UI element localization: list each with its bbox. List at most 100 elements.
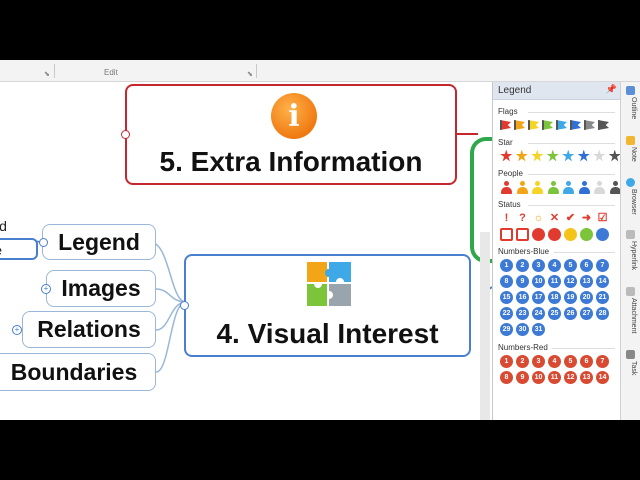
number-icon[interactable]: 12: [564, 274, 577, 288]
star-icon[interactable]: [500, 149, 513, 162]
number-icon[interactable]: 24: [532, 306, 545, 320]
status-icon[interactable]: [500, 227, 513, 241]
number-icon[interactable]: 16: [516, 290, 529, 304]
number-icon[interactable]: 6: [580, 258, 593, 272]
group-launcher-icon[interactable]: ⬊: [44, 70, 50, 78]
number-icon[interactable]: 7: [596, 258, 609, 272]
subtopic-boundaries[interactable]: Boundaries: [0, 353, 156, 391]
status-icon[interactable]: [516, 227, 529, 241]
number-icon[interactable]: 31: [532, 322, 545, 336]
side-tab-note[interactable]: Note: [625, 147, 637, 162]
vertical-scrollbar[interactable]: [480, 232, 490, 420]
person-icon[interactable]: [516, 180, 529, 194]
side-tab-outline[interactable]: Outline: [625, 97, 637, 119]
status-icon[interactable]: [564, 227, 577, 241]
person-icon[interactable]: [593, 180, 606, 194]
side-tab-task[interactable]: Task: [625, 361, 637, 375]
flag-icon[interactable]: [570, 120, 581, 130]
status-icon[interactable]: [532, 227, 545, 241]
person-icon[interactable]: [562, 180, 575, 194]
number-icon[interactable]: 9: [516, 370, 529, 384]
number-icon[interactable]: 19: [564, 290, 577, 304]
number-icon[interactable]: 2: [516, 258, 529, 272]
number-icon[interactable]: 29: [500, 322, 513, 336]
number-icon[interactable]: 30: [516, 322, 529, 336]
side-tab-browser[interactable]: Browser: [625, 189, 637, 215]
map-canvas[interactable]: i 5. Extra Information 4. Visual Interes…: [0, 82, 504, 420]
topic-visual-interest[interactable]: 4. Visual Interest: [184, 254, 471, 357]
flag-icon[interactable]: [500, 120, 511, 130]
number-icon[interactable]: 13: [580, 274, 593, 288]
star-icon[interactable]: [515, 149, 528, 162]
pin-icon[interactable]: 📌: [606, 84, 617, 95]
status-icon[interactable]: ☼: [532, 212, 545, 225]
collapse-toggle[interactable]: [39, 238, 48, 247]
expand-icon[interactable]: +: [41, 284, 51, 294]
number-icon[interactable]: 11: [548, 370, 561, 384]
flag-icon[interactable]: [514, 120, 525, 130]
flag-icon[interactable]: [556, 120, 567, 130]
number-icon[interactable]: 28: [596, 306, 609, 320]
star-icon[interactable]: [577, 149, 590, 162]
number-icon[interactable]: 11: [548, 274, 561, 288]
number-icon[interactable]: 8: [500, 370, 513, 384]
number-icon[interactable]: 12: [564, 370, 577, 384]
status-icon[interactable]: ?: [516, 212, 529, 225]
collapse-toggle[interactable]: [180, 301, 189, 310]
flag-icon[interactable]: [528, 120, 539, 130]
person-icon[interactable]: [500, 180, 513, 194]
number-icon[interactable]: 4: [548, 258, 561, 272]
status-icon[interactable]: !: [500, 212, 513, 225]
number-icon[interactable]: 1: [500, 258, 513, 272]
partial-node-text[interactable]: ld: [0, 218, 7, 234]
subtopic-images[interactable]: Images: [46, 270, 156, 307]
number-icon[interactable]: 27: [580, 306, 593, 320]
subtopic-legend[interactable]: Legend: [42, 224, 156, 260]
number-icon[interactable]: 18: [548, 290, 561, 304]
number-icon[interactable]: 20: [580, 290, 593, 304]
person-icon[interactable]: [547, 180, 560, 194]
partial-node-selected[interactable]: ve: [0, 238, 38, 260]
collapse-toggle[interactable]: [121, 130, 130, 139]
number-icon[interactable]: 17: [532, 290, 545, 304]
subtopic-relations[interactable]: Relations: [22, 311, 156, 348]
star-icon[interactable]: [546, 149, 559, 162]
flag-icon[interactable]: [542, 120, 553, 130]
number-icon[interactable]: 3: [532, 258, 545, 272]
number-icon[interactable]: 2: [516, 354, 529, 368]
number-icon[interactable]: 3: [532, 354, 545, 368]
number-icon[interactable]: 1: [500, 354, 513, 368]
number-icon[interactable]: 10: [532, 274, 545, 288]
number-icon[interactable]: 21: [596, 290, 609, 304]
status-icon[interactable]: ☑: [596, 212, 609, 225]
number-icon[interactable]: 9: [516, 274, 529, 288]
number-icon[interactable]: 5: [564, 354, 577, 368]
number-icon[interactable]: 10: [532, 370, 545, 384]
status-icon[interactable]: ✔: [564, 212, 577, 225]
topic-extra-information[interactable]: i 5. Extra Information: [125, 84, 457, 185]
expand-icon[interactable]: +: [12, 325, 22, 335]
status-icon[interactable]: ✕: [548, 212, 561, 225]
status-icon[interactable]: [580, 227, 593, 241]
status-icon[interactable]: [596, 227, 609, 241]
number-icon[interactable]: 25: [548, 306, 561, 320]
number-icon[interactable]: 14: [596, 274, 609, 288]
flag-icon[interactable]: [584, 120, 595, 130]
number-icon[interactable]: 6: [580, 354, 593, 368]
flag-icon[interactable]: [598, 120, 609, 130]
number-icon[interactable]: 7: [596, 354, 609, 368]
side-tab-attachment[interactable]: Attachment: [625, 298, 637, 333]
person-icon[interactable]: [531, 180, 544, 194]
star-icon[interactable]: [531, 149, 544, 162]
status-icon[interactable]: [548, 227, 561, 241]
star-icon[interactable]: [562, 149, 575, 162]
number-icon[interactable]: 8: [500, 274, 513, 288]
star-icon[interactable]: [593, 149, 606, 162]
side-tab-hyperlink[interactable]: Hyperlink: [625, 241, 637, 270]
number-icon[interactable]: 5: [564, 258, 577, 272]
number-icon[interactable]: 4: [548, 354, 561, 368]
person-icon[interactable]: [578, 180, 591, 194]
number-icon[interactable]: 22: [500, 306, 513, 320]
group-launcher-icon[interactable]: ⬊: [247, 70, 253, 78]
number-icon[interactable]: 14: [596, 370, 609, 384]
